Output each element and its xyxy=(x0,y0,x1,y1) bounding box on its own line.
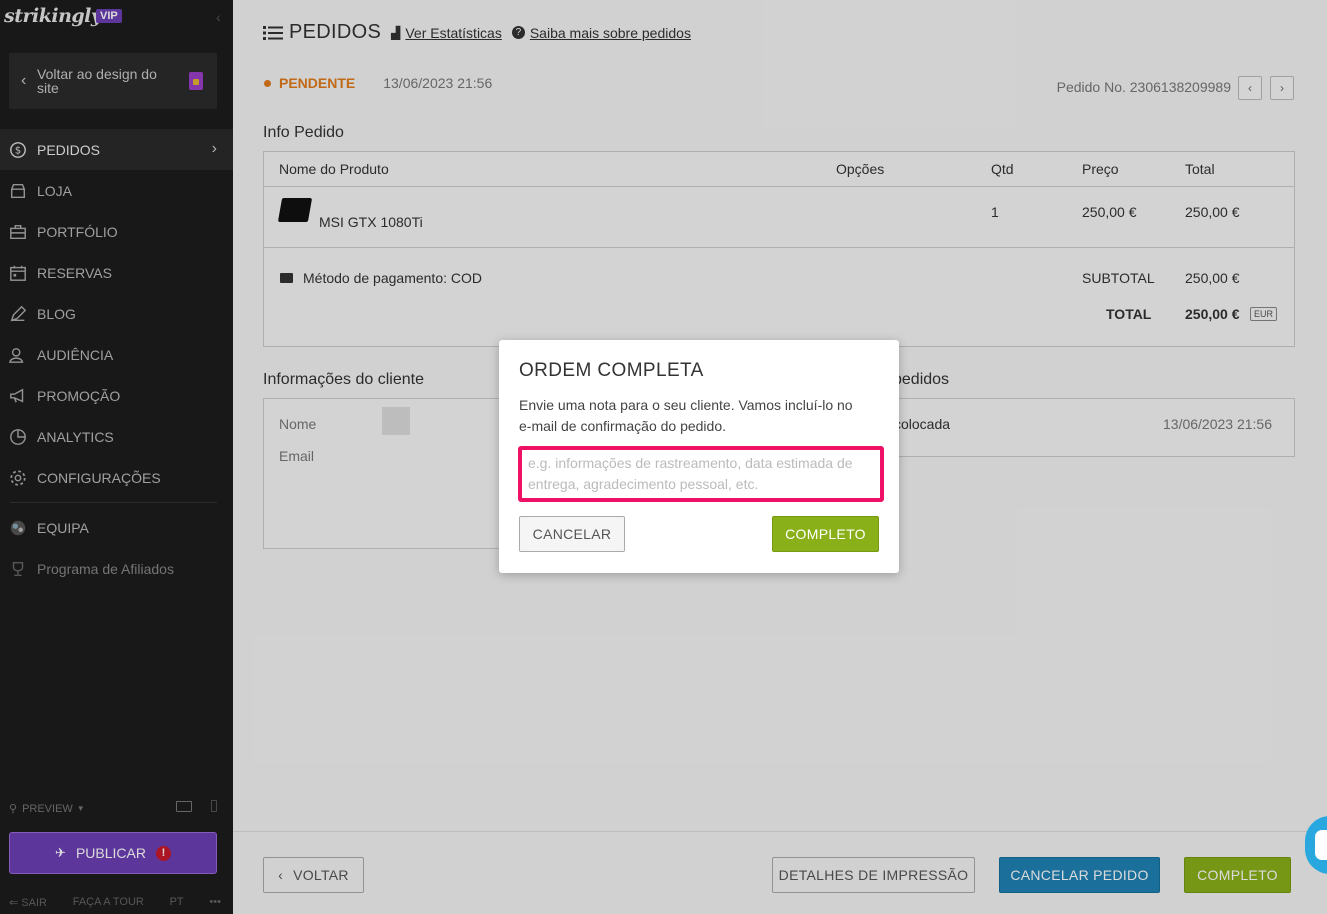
modal-title: ORDEM COMPLETA xyxy=(519,360,704,381)
customer-note-input[interactable] xyxy=(518,446,884,502)
modal-description: Envie uma nota para o seu cliente. Vamos… xyxy=(519,397,853,434)
modal-complete-button[interactable]: COMPLETO xyxy=(772,516,879,552)
modal-cancel-button[interactable]: CANCELAR xyxy=(519,516,625,552)
complete-order-modal: ORDEM COMPLETA Envie uma nota para o seu… xyxy=(499,340,899,573)
